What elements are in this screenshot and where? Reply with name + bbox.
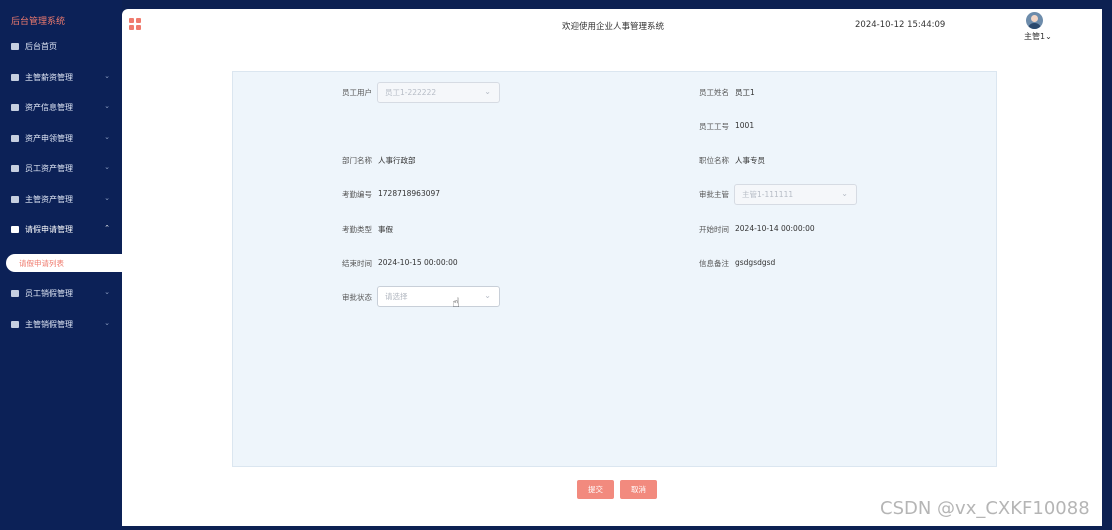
position-value: 人事专员 xyxy=(735,156,765,165)
chevron-down-icon: ⌄ xyxy=(841,189,848,198)
sidebar-item-label: 主管薪资管理 xyxy=(25,72,73,82)
note-value: gsdgsdgsd xyxy=(735,258,776,267)
approver-label: 审批主管 xyxy=(699,190,729,199)
end-time-value: 2024-10-15 00:00:00 xyxy=(378,258,458,267)
menu-square-icon xyxy=(11,225,19,233)
sidebar-item-label: 员工销假管理 xyxy=(25,288,73,298)
chevron-up-icon: ⌃ xyxy=(104,224,110,232)
chevron-down-icon: ⌄ xyxy=(104,319,110,327)
sidebar-item-home[interactable]: 后台首页 xyxy=(0,35,122,57)
employee-user-select: 员工1-222222 ⌄ xyxy=(377,82,500,103)
employee-id-label: 员工工号 xyxy=(699,122,729,131)
chevron-down-icon: ⌄ xyxy=(484,291,491,300)
position-label: 职位名称 xyxy=(699,156,729,165)
user-avatar[interactable] xyxy=(1026,12,1043,29)
sidebar-item-manager-cancel-leave[interactable]: 主管销假管理 ⌄ xyxy=(0,313,122,335)
hand-cursor-icon: ☝ xyxy=(452,296,460,311)
cancel-button[interactable]: 取消 xyxy=(620,480,657,499)
start-time-value: 2024-10-14 00:00:00 xyxy=(735,224,815,233)
menu-square-icon xyxy=(11,320,19,328)
menu-square-icon xyxy=(11,103,19,111)
user-menu[interactable]: 主管1⌄ xyxy=(1024,31,1052,42)
sidebar: 后台管理系统 后台首页 主管薪资管理 ⌄ 资产信息管理 ⌄ 资产申领管理 ⌄ 员… xyxy=(0,0,122,530)
employee-id-value: 1001 xyxy=(735,121,755,130)
chevron-down-icon: ⌄ xyxy=(104,133,110,141)
dept-value: 人事行政部 xyxy=(378,156,416,165)
chevron-down-icon: ⌄ xyxy=(104,72,110,80)
sidebar-item-label: 主管资产管理 xyxy=(25,194,73,204)
sidebar-item-label: 资产信息管理 xyxy=(25,102,73,112)
employee-name-value: 员工1 xyxy=(735,88,755,97)
attendance-no-label: 考勤编号 xyxy=(342,190,372,199)
welcome-text: 欢迎使用企业人事管理系统 xyxy=(562,22,665,32)
start-time-label: 开始时间 xyxy=(699,225,729,234)
chevron-down-icon: ⌄ xyxy=(484,87,491,96)
attendance-type-value: 事假 xyxy=(378,225,393,234)
end-time-label: 结束时间 xyxy=(342,259,372,268)
dept-label: 部门名称 xyxy=(342,156,372,165)
leave-form: 员工用户 员工1-222222 ⌄ 员工姓名 员工1 员工工号 1001 部门名… xyxy=(232,71,997,467)
approver-select: 主管1-111111 ⌄ xyxy=(734,184,857,205)
sidebar-item-label: 请假申请管理 xyxy=(25,224,73,234)
attendance-type-label: 考勤类型 xyxy=(342,225,372,234)
chevron-down-icon: ⌄ xyxy=(104,102,110,110)
menu-square-icon xyxy=(11,164,19,172)
sidebar-item-employee-cancel-leave[interactable]: 员工销假管理 ⌄ xyxy=(0,282,122,304)
approver-value: 主管1-111111 xyxy=(742,190,794,199)
sidebar-item-label: 主管销假管理 xyxy=(25,319,73,329)
employee-user-value: 员工1-222222 xyxy=(385,88,437,97)
menu-square-icon xyxy=(11,73,19,81)
sidebar-item-leave-request[interactable]: 请假申请管理 ⌃ xyxy=(0,218,122,240)
status-select[interactable]: 请选择 ⌄ xyxy=(377,286,500,307)
menu-grid-icon[interactable] xyxy=(129,18,141,30)
watermark: CSDN @vx_CXKF10088 xyxy=(880,498,1090,519)
sidebar-item-employee-asset[interactable]: 员工资产管理 ⌄ xyxy=(0,157,122,179)
menu-square-icon xyxy=(11,42,19,50)
sidebar-subitem-leave-list[interactable]: 请假申请列表 xyxy=(6,254,122,272)
sidebar-item-asset-info[interactable]: 资产信息管理 ⌄ xyxy=(0,96,122,118)
attendance-no-value: 1728718963097 xyxy=(378,189,441,198)
note-label: 信息备注 xyxy=(699,259,729,268)
chevron-down-icon: ⌄ xyxy=(104,288,110,296)
sidebar-item-asset-claim[interactable]: 资产申领管理 ⌄ xyxy=(0,127,122,149)
menu-square-icon xyxy=(11,134,19,142)
menu-square-icon xyxy=(11,195,19,203)
employee-user-label: 员工用户 xyxy=(342,88,372,97)
sidebar-item-manager-salary[interactable]: 主管薪资管理 ⌄ xyxy=(0,66,122,88)
status-label: 审批状态 xyxy=(342,293,372,302)
chevron-down-icon: ⌄ xyxy=(104,163,110,171)
sidebar-item-manager-asset[interactable]: 主管资产管理 ⌄ xyxy=(0,188,122,210)
current-datetime: 2024-10-12 15:44:09 xyxy=(855,20,946,30)
status-placeholder: 请选择 xyxy=(385,292,408,301)
sidebar-item-label: 员工资产管理 xyxy=(25,163,73,173)
sidebar-item-label: 后台首页 xyxy=(25,41,57,51)
submit-button[interactable]: 提交 xyxy=(577,480,614,499)
employee-name-label: 员工姓名 xyxy=(699,88,729,97)
chevron-down-icon: ⌄ xyxy=(1045,32,1052,41)
user-name: 主管1 xyxy=(1024,32,1046,41)
brand-title: 后台管理系统 xyxy=(11,17,66,27)
chevron-down-icon: ⌄ xyxy=(104,194,110,202)
menu-square-icon xyxy=(11,289,19,297)
sidebar-item-label: 资产申领管理 xyxy=(25,133,73,143)
